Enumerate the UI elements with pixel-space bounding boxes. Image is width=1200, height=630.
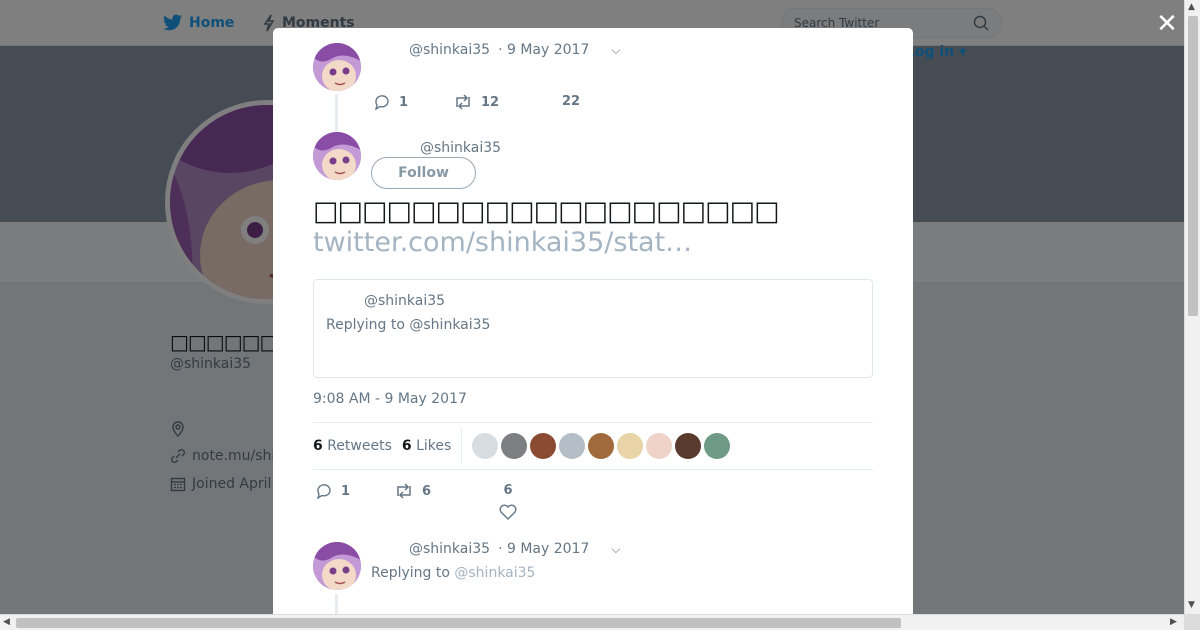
- replying-prefix: Replying to: [371, 565, 450, 581]
- replying-context: Replying to @shinkai35: [371, 565, 535, 581]
- retweet-icon: [456, 94, 470, 110]
- tweet-permalink-modal: @shinkai35 · 9 May 2017 ⌵ 1 12 22 @shink…: [273, 28, 913, 614]
- like-count: 6: [503, 483, 513, 498]
- avatar[interactable]: [704, 433, 731, 459]
- close-icon[interactable]: ✕: [1155, 11, 1179, 37]
- quoted-tweet[interactable]: @shinkai35 Replying to @shinkai35: [313, 279, 873, 378]
- avatar[interactable]: [559, 433, 586, 459]
- avatar[interactable]: [675, 433, 702, 459]
- avatar[interactable]: [617, 433, 644, 459]
- reply-icon: [317, 484, 331, 499]
- reply-count: 1: [341, 483, 351, 499]
- tweet-link[interactable]: twitter.com/shinkai35/stat…: [313, 227, 692, 258]
- chevron-down-icon[interactable]: ⌵: [611, 542, 620, 557]
- chevron-down-icon[interactable]: ⌵: [611, 43, 620, 58]
- reply-icon: [375, 95, 389, 110]
- avatar[interactable]: [472, 433, 499, 459]
- quoted-handle: @shinkai35: [364, 293, 446, 309]
- replying-prefix: Replying to: [326, 317, 405, 333]
- retweet-stat[interactable]: 6 Retweets: [313, 438, 392, 454]
- vertical-scrollbar[interactable]: ▲ ▼: [1184, 0, 1200, 614]
- liker-avatars: [472, 433, 731, 459]
- avatar[interactable]: [588, 433, 615, 459]
- follow-button[interactable]: Follow: [371, 157, 476, 189]
- replying-to: @shinkai35: [409, 317, 491, 333]
- avatar[interactable]: [313, 43, 361, 91]
- like-count: 22: [562, 94, 581, 109]
- tweet-date[interactable]: · 9 May 2017: [498, 541, 589, 557]
- tweet-date[interactable]: · 9 May 2017: [498, 42, 589, 58]
- like-stat[interactable]: 6 Likes: [402, 438, 451, 454]
- quoted-replying: Replying to @shinkai35: [326, 317, 490, 333]
- like-button[interactable]: 22: [562, 94, 580, 109]
- scroll-left-icon[interactable]: ◀: [3, 617, 10, 627]
- thread-connector: [335, 594, 338, 614]
- like-button[interactable]: 6: [499, 483, 517, 520]
- like-stat-label: Likes: [416, 438, 452, 454]
- tweet-handle[interactable]: @shinkai35: [409, 541, 490, 557]
- scroll-right-icon[interactable]: ▶: [1170, 617, 1177, 627]
- tweet-handle[interactable]: @shinkai35: [409, 42, 490, 58]
- thread-connector: [335, 94, 338, 132]
- tweet-header: @shinkai35 · 9 May 2017 ⌵: [409, 541, 620, 557]
- tweet-timestamp[interactable]: 9:08 AM - 9 May 2017: [313, 391, 467, 407]
- scroll-down-icon[interactable]: ▼: [1188, 600, 1195, 610]
- horizontal-scrollbar[interactable]: ◀ ▶: [0, 614, 1184, 630]
- avatar[interactable]: [313, 542, 361, 590]
- tweet-main-avatar[interactable]: [313, 132, 361, 180]
- tweet-handle[interactable]: @shinkai35: [420, 140, 501, 156]
- retweet-icon: [397, 483, 411, 499]
- tweet-header: @shinkai35 · 9 May 2017 ⌵: [409, 42, 620, 58]
- scrollbar-thumb[interactable]: [16, 618, 901, 628]
- reply-count: 1: [399, 94, 409, 110]
- reply-button[interactable]: 1: [373, 94, 408, 110]
- heart-icon: [499, 504, 517, 520]
- avatar[interactable]: [646, 433, 673, 459]
- tweet-parent[interactable]: [313, 43, 361, 91]
- like-stat-count: 6: [401, 438, 412, 454]
- scrollbar-corner: [1184, 614, 1200, 630]
- tweet-text: □□□□□□□□□□□□□□□□□□□: [313, 196, 780, 227]
- reply-button[interactable]: 1: [315, 483, 350, 499]
- retweet-stat-count: 6: [313, 438, 323, 454]
- scroll-up-icon[interactable]: ▲: [1188, 2, 1195, 12]
- retweet-button[interactable]: 12: [453, 94, 499, 110]
- retweet-stat-label: Retweets: [327, 438, 392, 454]
- scrollbar-thumb[interactable]: [1188, 16, 1198, 316]
- tweet-reply-avatar[interactable]: [313, 542, 361, 590]
- avatar[interactable]: [501, 433, 528, 459]
- retweet-count: 12: [481, 94, 500, 110]
- stats-divider: [461, 428, 463, 464]
- tweet-main-header: @shinkai35: [420, 137, 501, 156]
- retweet-count: 6: [422, 483, 432, 499]
- replying-to[interactable]: @shinkai35: [454, 565, 535, 581]
- retweet-button[interactable]: 6: [394, 483, 431, 499]
- tweet-stats: 6 Retweets 6 Likes: [313, 422, 873, 470]
- avatar[interactable]: [313, 132, 361, 180]
- avatar[interactable]: [530, 433, 557, 459]
